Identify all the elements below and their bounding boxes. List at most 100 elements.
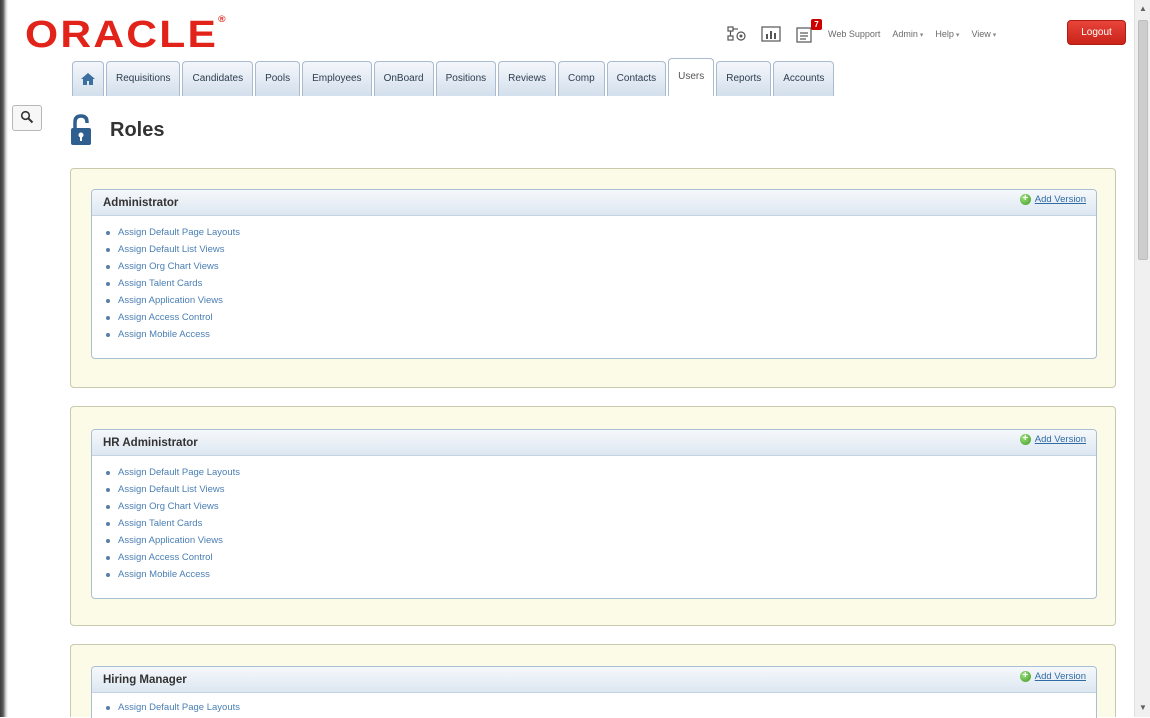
bullet-icon bbox=[106, 705, 110, 710]
permission-item: Assign Org Chart Views bbox=[106, 498, 1096, 515]
permission-link[interactable]: Assign Mobile Access bbox=[118, 569, 210, 580]
permission-item: Assign Default Page Layouts bbox=[106, 699, 1096, 716]
help-menu-label: Help bbox=[935, 29, 954, 39]
scroll-thumb[interactable] bbox=[1138, 20, 1148, 260]
add-version-button[interactable]: + Add Version bbox=[1019, 434, 1086, 445]
chart-icon[interactable] bbox=[760, 25, 782, 43]
permission-link[interactable]: Assign Talent Cards bbox=[118, 278, 202, 289]
view-menu-label: View bbox=[971, 29, 991, 39]
add-version-link[interactable]: Add Version bbox=[1035, 194, 1086, 205]
notification-badge: 7 bbox=[811, 19, 822, 30]
bullet-icon bbox=[106, 315, 110, 320]
search-toggle-button[interactable] bbox=[12, 105, 42, 131]
permission-link[interactable]: Assign Application Views bbox=[118, 295, 223, 306]
tab-comp[interactable]: Comp bbox=[557, 61, 605, 96]
permission-link[interactable]: Assign Access Control bbox=[118, 552, 213, 563]
permission-link[interactable]: Assign Default Page Layouts bbox=[118, 702, 240, 713]
admin-menu[interactable]: Admin ▾ bbox=[892, 29, 923, 39]
permission-link[interactable]: Assign Org Chart Views bbox=[118, 261, 219, 272]
scroll-up-arrow-icon[interactable]: ▲ bbox=[1135, 2, 1150, 16]
search-icon bbox=[20, 110, 34, 124]
permission-link[interactable]: Assign Application Views bbox=[118, 535, 223, 546]
add-circle-icon: + bbox=[1019, 671, 1031, 682]
tab-pools[interactable]: Pools bbox=[255, 61, 301, 96]
bullet-icon bbox=[106, 521, 110, 526]
permission-link[interactable]: Assign Access Control bbox=[118, 312, 213, 323]
web-support-link[interactable]: Web Support bbox=[828, 29, 880, 39]
bullet-icon bbox=[106, 281, 110, 286]
permission-item: Assign Application Views bbox=[106, 292, 1096, 309]
permission-list: Assign Default Page Layouts Assign Defau… bbox=[92, 456, 1096, 583]
org-chart-icon[interactable] bbox=[726, 25, 748, 43]
role-card: HR Administrator + Add Version Assign De… bbox=[91, 429, 1097, 599]
permission-item: Assign Org Chart Views bbox=[106, 258, 1096, 275]
role-card-header: HR Administrator + Add Version bbox=[92, 430, 1096, 456]
tab-reports[interactable]: Reports bbox=[716, 61, 772, 96]
add-version-button[interactable]: + Add Version bbox=[1019, 194, 1086, 205]
role-section: HR Administrator + Add Version Assign De… bbox=[70, 406, 1116, 626]
bullet-icon bbox=[106, 538, 110, 543]
permission-item: Assign Mobile Access bbox=[106, 326, 1096, 343]
add-circle-icon: + bbox=[1019, 434, 1031, 445]
role-name: Administrator bbox=[103, 197, 179, 209]
role-section: Hiring Manager + Add Version Assign Defa… bbox=[70, 644, 1116, 718]
role-card-header: Hiring Manager + Add Version bbox=[92, 667, 1096, 693]
permission-item: Assign Access Control bbox=[106, 309, 1096, 326]
top-utility-bar: 7 Web Support Admin ▾ Help ▾ View ▾ bbox=[726, 19, 1008, 46]
tab-candidates[interactable]: Candidates bbox=[182, 61, 254, 96]
tab-requisitions[interactable]: Requisitions bbox=[106, 61, 181, 96]
view-menu[interactable]: View ▾ bbox=[971, 29, 996, 39]
home-icon bbox=[81, 73, 95, 85]
logo-text: ORACLE bbox=[25, 14, 219, 56]
permission-link[interactable]: Assign Talent Cards bbox=[118, 518, 202, 529]
tab-positions[interactable]: Positions bbox=[435, 61, 497, 96]
help-menu[interactable]: Help ▾ bbox=[935, 29, 959, 39]
logout-button[interactable]: Logout bbox=[1067, 20, 1126, 45]
notifications-icon[interactable]: 7 bbox=[794, 19, 822, 43]
permission-item: Assign Talent Cards bbox=[106, 515, 1096, 532]
role-card: Hiring Manager + Add Version Assign Defa… bbox=[91, 666, 1097, 718]
permission-link[interactable]: Assign Default Page Layouts bbox=[118, 467, 240, 478]
tab-contacts[interactable]: Contacts bbox=[606, 61, 667, 96]
bullet-icon bbox=[106, 230, 110, 235]
role-card: Administrator + Add Version Assign Defau… bbox=[91, 189, 1097, 359]
oracle-logo: ORACLE® bbox=[25, 14, 226, 57]
role-name: HR Administrator bbox=[103, 437, 198, 449]
permission-item: Assign Talent Cards bbox=[106, 275, 1096, 292]
tab-onboard[interactable]: OnBoard bbox=[373, 61, 434, 96]
permission-item: Assign Default Page Layouts bbox=[106, 224, 1096, 241]
permission-link[interactable]: Assign Org Chart Views bbox=[118, 501, 219, 512]
tab-users[interactable]: Users bbox=[668, 58, 715, 96]
bullet-icon bbox=[106, 264, 110, 269]
permission-link[interactable]: Assign Default Page Layouts bbox=[118, 227, 240, 238]
bullet-icon bbox=[106, 247, 110, 252]
add-version-link[interactable]: Add Version bbox=[1035, 671, 1086, 682]
vertical-scrollbar[interactable]: ▲ ▼ bbox=[1134, 0, 1150, 717]
bullet-icon bbox=[106, 298, 110, 303]
page-title: Roles bbox=[110, 118, 165, 141]
bullet-icon bbox=[106, 555, 110, 560]
admin-menu-label: Admin bbox=[892, 29, 918, 39]
tab-reviews[interactable]: Reviews bbox=[498, 61, 556, 96]
permission-link[interactable]: Assign Mobile Access bbox=[118, 329, 210, 340]
permission-item: Assign Access Control bbox=[106, 549, 1096, 566]
add-version-button[interactable]: + Add Version bbox=[1019, 671, 1086, 682]
window-left-edge bbox=[0, 0, 8, 717]
main-nav-tabs: Requisitions Candidates Pools Employees … bbox=[72, 58, 836, 96]
role-card-header: Administrator + Add Version bbox=[92, 190, 1096, 216]
unlocked-padlock-icon bbox=[71, 114, 91, 145]
bullet-icon bbox=[106, 572, 110, 577]
scroll-down-arrow-icon[interactable]: ▼ bbox=[1135, 701, 1150, 715]
tab-employees[interactable]: Employees bbox=[302, 61, 372, 96]
tab-home[interactable] bbox=[72, 61, 104, 96]
bullet-icon bbox=[106, 487, 110, 492]
permission-link[interactable]: Assign Default List Views bbox=[118, 484, 225, 495]
bullet-icon bbox=[106, 332, 110, 337]
role-name: Hiring Manager bbox=[103, 674, 187, 686]
tab-accounts[interactable]: Accounts bbox=[773, 61, 835, 96]
chevron-down-icon: ▾ bbox=[955, 32, 960, 39]
permission-link[interactable]: Assign Default List Views bbox=[118, 244, 225, 255]
chevron-down-icon: ▾ bbox=[992, 32, 997, 39]
add-version-link[interactable]: Add Version bbox=[1035, 434, 1086, 445]
permission-list: Assign Default Page Layouts Assign Defau… bbox=[92, 216, 1096, 343]
